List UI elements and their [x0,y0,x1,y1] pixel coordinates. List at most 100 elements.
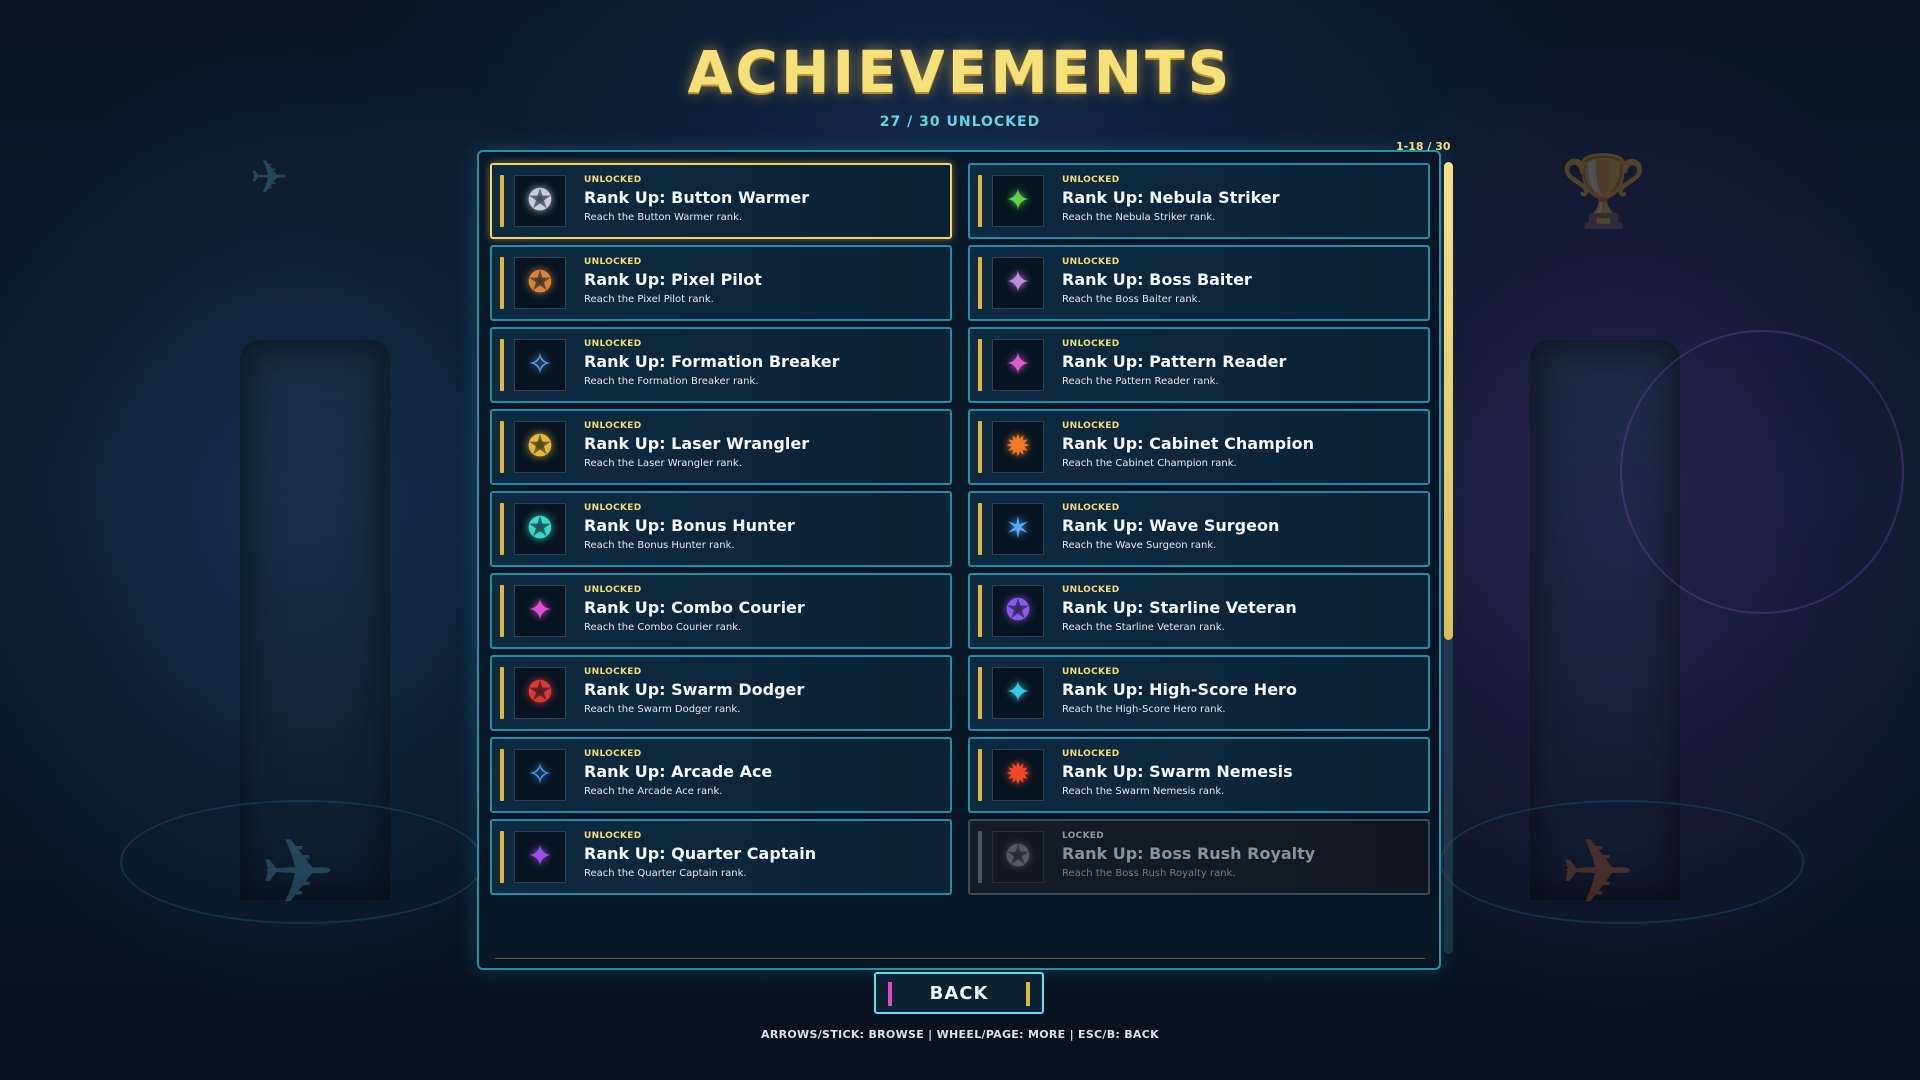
card-accent-bar [500,503,504,555]
achievement-status: UNLOCKED [1062,339,1120,349]
achievement-card[interactable]: ✪ UNLOCKED Rank Up: Pixel Pilot Reach th… [490,245,952,321]
card-accent-bar [978,831,982,883]
purple-gold-rank-emblem-icon-glyph: ✦ [1005,265,1031,300]
cyan-rank-emblem-icon: ✦ [992,667,1044,719]
achievement-status: UNLOCKED [584,667,642,677]
achievement-name: Rank Up: High-Score Hero [1062,680,1297,699]
achievement-description: Reach the Arcade Ace rank. [584,786,723,797]
achievement-name: Rank Up: Swarm Dodger [584,680,805,699]
achievement-name: Rank Up: Quarter Captain [584,844,817,863]
card-accent-bar [978,339,982,391]
achievement-status: UNLOCKED [584,749,642,759]
achievement-description: Reach the Boss Baiter rank. [1062,294,1201,305]
achievement-card[interactable]: ✦ UNLOCKED Rank Up: Combo Courier Reach … [490,573,952,649]
controls-hint: ARROWS/STICK: BROWSE | WHEEL/PAGE: MORE … [761,1028,1159,1041]
back-button-left-accent [888,982,892,1006]
achievement-description: Reach the Boss Rush Royalty rank. [1062,868,1236,879]
achievement-card[interactable]: ✹ UNLOCKED Rank Up: Cabinet Champion Rea… [968,409,1430,485]
achievement-card[interactable]: ✪ UNLOCKED Rank Up: Button Warmer Reach … [490,163,952,239]
bronze-rank-emblem-icon-glyph: ✪ [527,265,553,300]
achievement-card[interactable]: ✦ UNLOCKED Rank Up: Boss Baiter Reach th… [968,245,1430,321]
page-range-indicator: 1-18 / 30 [1396,140,1451,153]
silver-rank-emblem-icon: ✪ [514,175,566,227]
teal-rank-emblem-icon-glyph: ✪ [527,511,553,546]
achievement-card[interactable]: ✪ UNLOCKED Rank Up: Laser Wrangler Reach… [490,409,952,485]
card-accent-bar [500,421,504,473]
violet-rank-emblem-icon-glyph: ✪ [1005,593,1031,628]
scrollbar-thumb[interactable] [1444,162,1453,640]
achievement-name: Rank Up: Boss Baiter [1062,270,1252,289]
achievement-description: Reach the Bonus Hunter rank. [584,540,735,551]
unlock-progress: 27 / 30 UNLOCKED [879,114,1041,130]
achievement-card[interactable]: ✪ LOCKED Rank Up: Boss Rush Royalty Reac… [968,819,1430,895]
pink-rank-emblem-icon: ✦ [514,585,566,637]
purple-rank-emblem-icon: ✦ [514,831,566,883]
achievement-status: UNLOCKED [1062,503,1120,513]
crimson-rank-emblem-icon: ✹ [992,749,1044,801]
achievement-card[interactable]: ✪ UNLOCKED Rank Up: Starline Veteran Rea… [968,573,1430,649]
achievement-card[interactable]: ✪ UNLOCKED Rank Up: Swarm Dodger Reach t… [490,655,952,731]
achievement-card[interactable]: ✶ UNLOCKED Rank Up: Wave Surgeon Reach t… [968,491,1430,567]
red-rank-emblem-icon-glyph: ✪ [527,675,553,710]
achievement-description: Reach the Swarm Nemesis rank. [1062,786,1225,797]
green-rank-emblem-icon: ✦ [992,175,1044,227]
achievement-card[interactable]: ✧ UNLOCKED Rank Up: Formation Breaker Re… [490,327,952,403]
card-accent-bar [500,175,504,227]
achievement-name: Rank Up: Cabinet Champion [1062,434,1314,453]
card-accent-bar [978,421,982,473]
right-pillar-decoration [1530,340,1680,900]
gold-rank-emblem-icon: ✪ [514,421,566,473]
achievement-name: Rank Up: Pattern Reader [1062,352,1287,371]
back-button-label: BACK [929,982,989,1004]
card-accent-bar [500,831,504,883]
card-accent-bar [978,175,982,227]
achievement-card[interactable]: ✧ UNLOCKED Rank Up: Arcade Ace Reach the… [490,737,952,813]
achievement-name: Rank Up: Laser Wrangler [584,434,810,453]
blue-star-emblem-icon-glyph: ✶ [1005,511,1031,546]
page-title: ACHIEVEMENTS [687,38,1233,106]
ship-icon: ✈ [260,820,336,925]
bronze-rank-emblem-icon: ✪ [514,257,566,309]
ship-icon: ✈ [1560,820,1636,925]
blue-rank-emblem-icon: ✧ [514,339,566,391]
azure-rank-emblem-icon: ✧ [514,749,566,801]
achievement-description: Reach the Laser Wrangler rank. [584,458,742,469]
achievement-description: Reach the Wave Surgeon rank. [1062,540,1217,551]
achievement-card[interactable]: ✪ UNLOCKED Rank Up: Bonus Hunter Reach t… [490,491,952,567]
achievement-card[interactable]: ✦ UNLOCKED Rank Up: High-Score Hero Reac… [968,655,1430,731]
back-button[interactable]: BACK [874,972,1044,1014]
left-pillar-decoration [240,340,390,900]
card-accent-bar [500,339,504,391]
silver-rank-emblem-icon-glyph: ✪ [527,183,553,218]
achievement-status: UNLOCKED [1062,421,1120,431]
achievement-name: Rank Up: Pixel Pilot [584,270,762,289]
achievement-status: UNLOCKED [584,339,642,349]
achievement-status: UNLOCKED [584,421,642,431]
achievement-status: UNLOCKED [1062,585,1120,595]
locked-rank-emblem-icon: ✪ [992,831,1044,883]
trophy-icon: 🏆 [1560,150,1648,232]
achievement-name: Rank Up: Combo Courier [584,598,805,617]
azure-rank-emblem-icon-glyph: ✧ [527,757,553,792]
portal-ring [1620,330,1904,614]
crimson-rank-emblem-icon-glyph: ✹ [1005,757,1031,792]
achievement-description: Reach the Combo Courier rank. [584,622,742,633]
achievement-status: UNLOCKED [1062,175,1120,185]
achievement-status: UNLOCKED [1062,667,1120,677]
achievement-card[interactable]: ✦ UNLOCKED Rank Up: Pattern Reader Reach… [968,327,1430,403]
achievement-card[interactable]: ✦ UNLOCKED Rank Up: Quarter Captain Reac… [490,819,952,895]
achievement-status: UNLOCKED [584,175,642,185]
blue-star-emblem-icon: ✶ [992,503,1044,555]
red-rank-emblem-icon: ✪ [514,667,566,719]
magenta-rank-emblem-icon: ✦ [992,339,1044,391]
achievement-card[interactable]: ✦ UNLOCKED Rank Up: Nebula Striker Reach… [968,163,1430,239]
card-accent-bar [978,257,982,309]
achievement-description: Reach the Pixel Pilot rank. [584,294,714,305]
teal-rank-emblem-icon: ✪ [514,503,566,555]
card-accent-bar [500,257,504,309]
card-accent-bar [978,749,982,801]
blue-rank-emblem-icon-glyph: ✧ [527,347,553,382]
achievement-card[interactable]: ✹ UNLOCKED Rank Up: Swarm Nemesis Reach … [968,737,1430,813]
gold-rank-emblem-icon-glyph: ✪ [527,429,553,464]
achievement-status: LOCKED [1062,831,1105,841]
